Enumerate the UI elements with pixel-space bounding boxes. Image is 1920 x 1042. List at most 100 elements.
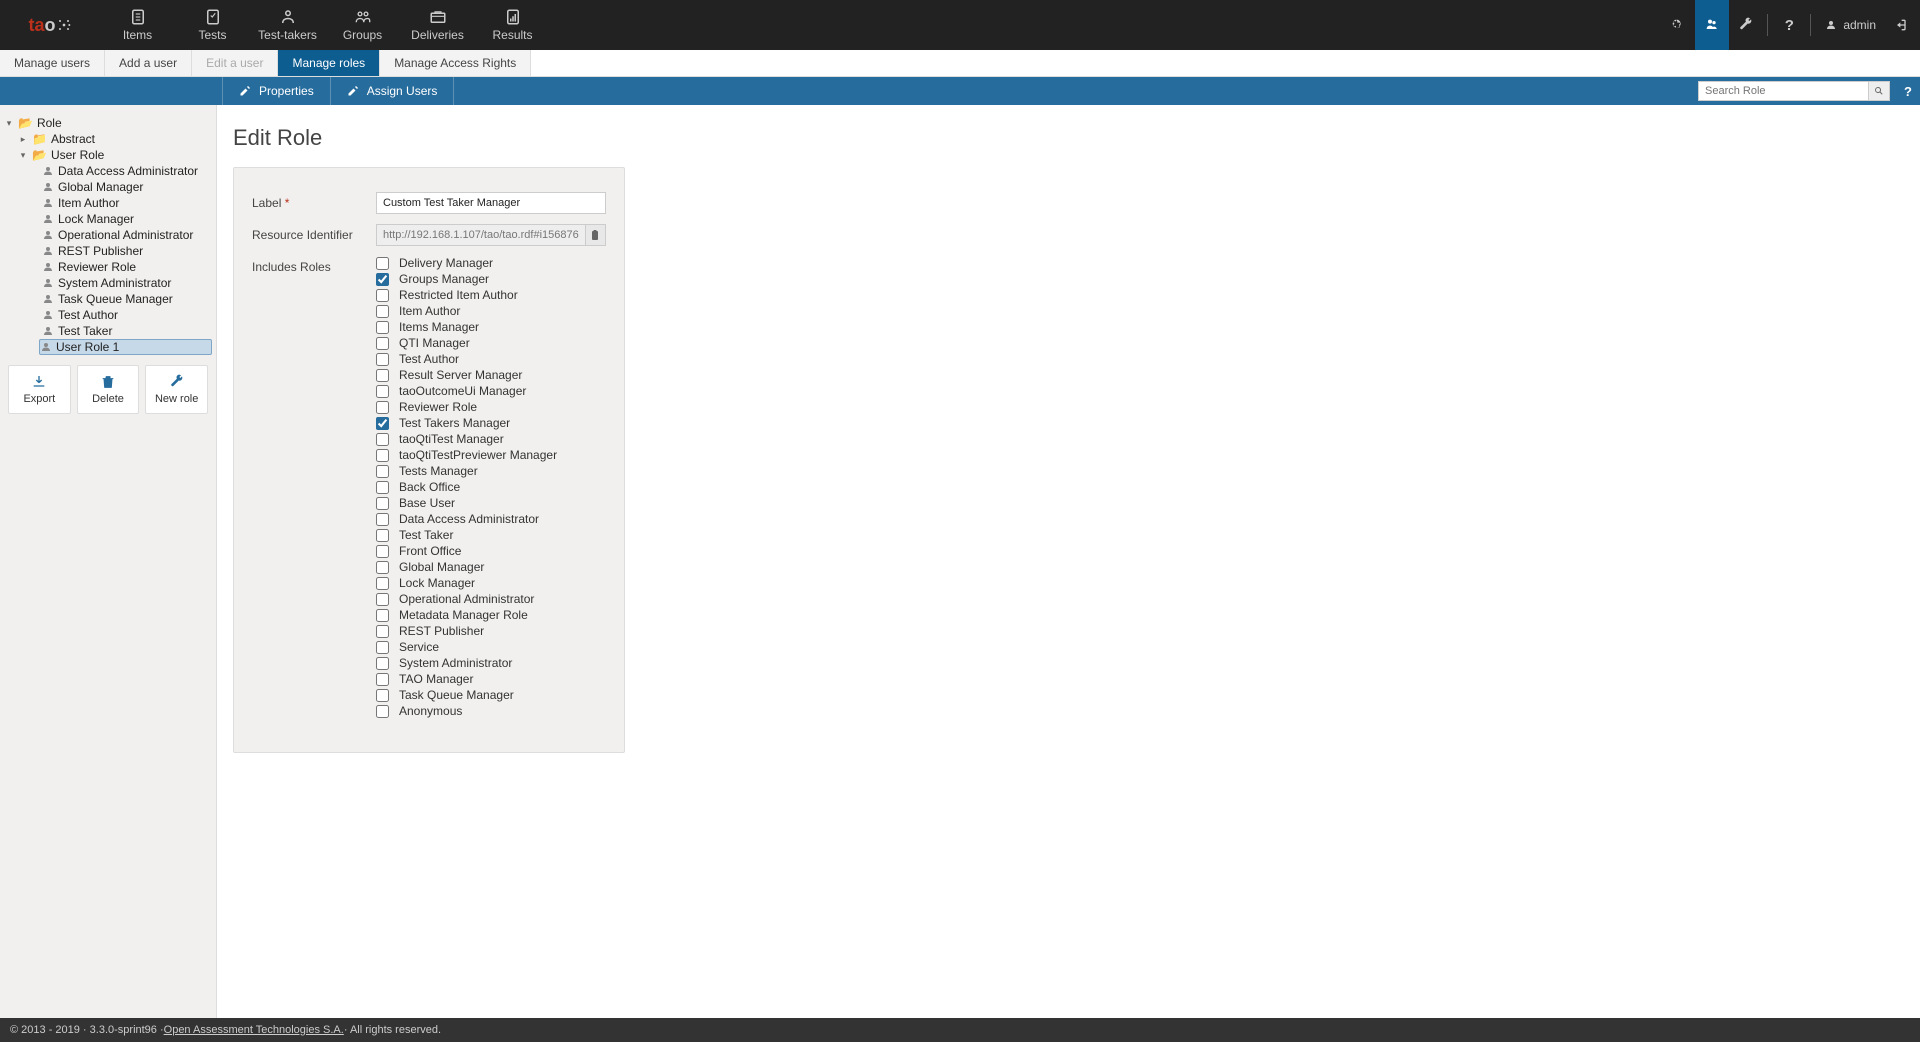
role-checkbox-row[interactable]: System Administrator <box>376 656 606 670</box>
role-checkbox[interactable] <box>376 305 389 318</box>
role-checkbox-row[interactable]: Item Author <box>376 304 606 318</box>
role-checkbox[interactable] <box>376 465 389 478</box>
tree-item[interactable]: Global Manager <box>4 179 212 195</box>
tree-item[interactable]: Data Access Administrator <box>4 163 212 179</box>
tree-abstract[interactable]: ▸ 📁 Abstract <box>4 131 212 147</box>
role-checkbox[interactable] <box>376 705 389 718</box>
nav-items[interactable]: Items <box>100 0 175 50</box>
role-checkbox[interactable] <box>376 593 389 606</box>
role-checkbox-row[interactable]: Metadata Manager Role <box>376 608 606 622</box>
tree-user-role[interactable]: ▾ 📂 User Role <box>4 147 212 163</box>
copy-uri-button[interactable] <box>586 224 606 246</box>
caret-down-icon[interactable]: ▾ <box>18 150 28 161</box>
logout-icon[interactable] <box>1886 0 1920 50</box>
role-checkbox-row[interactable]: TAO Manager <box>376 672 606 686</box>
search-input[interactable] <box>1698 81 1868 101</box>
role-checkbox[interactable] <box>376 657 389 670</box>
role-checkbox[interactable] <box>376 321 389 334</box>
footer-link[interactable]: Open Assessment Technologies S.A. <box>164 1024 344 1036</box>
role-checkbox-row[interactable]: Tests Manager <box>376 464 606 478</box>
role-checkbox[interactable] <box>376 673 389 686</box>
role-checkbox[interactable] <box>376 417 389 430</box>
subtab-manage-roles[interactable]: Manage roles <box>278 50 380 76</box>
role-checkbox-row[interactable]: Front Office <box>376 544 606 558</box>
tree-item[interactable]: Reviewer Role <box>4 259 212 275</box>
role-checkbox[interactable] <box>376 273 389 286</box>
role-checkbox[interactable] <box>376 385 389 398</box>
tree-item[interactable]: Item Author <box>4 195 212 211</box>
role-checkbox[interactable] <box>376 497 389 510</box>
subtab-add-a-user[interactable]: Add a user <box>105 50 192 76</box>
role-checkbox[interactable] <box>376 689 389 702</box>
help-icon[interactable]: ? <box>1772 0 1806 50</box>
role-checkbox[interactable] <box>376 625 389 638</box>
subtab-manage-access-rights[interactable]: Manage Access Rights <box>380 50 531 76</box>
nav-groups[interactable]: Groups <box>325 0 400 50</box>
properties-button[interactable]: Properties <box>222 77 331 105</box>
settings-gears-icon[interactable] <box>1661 0 1695 50</box>
role-checkbox-row[interactable]: Lock Manager <box>376 576 606 590</box>
tree-item[interactable]: Task Queue Manager <box>4 291 212 307</box>
role-checkbox[interactable] <box>376 561 389 574</box>
role-checkbox[interactable] <box>376 401 389 414</box>
role-checkbox-row[interactable]: taoQtiTest Manager <box>376 432 606 446</box>
tree-root[interactable]: ▾ 📂 Role <box>4 115 212 131</box>
role-checkbox-row[interactable]: taoOutcomeUi Manager <box>376 384 606 398</box>
role-checkbox-row[interactable]: Task Queue Manager <box>376 688 606 702</box>
role-checkbox-row[interactable]: Test Takers Manager <box>376 416 606 430</box>
role-checkbox[interactable] <box>376 433 389 446</box>
role-checkbox[interactable] <box>376 337 389 350</box>
action-export[interactable]: Export <box>8 365 71 414</box>
role-checkbox-row[interactable]: Operational Administrator <box>376 592 606 606</box>
search-button[interactable] <box>1868 81 1890 101</box>
role-checkbox[interactable] <box>376 609 389 622</box>
role-checkbox-row[interactable]: Restricted Item Author <box>376 288 606 302</box>
role-checkbox-row[interactable]: Test Author <box>376 352 606 366</box>
nav-test-takers[interactable]: Test-takers <box>250 0 325 50</box>
role-checkbox[interactable] <box>376 577 389 590</box>
nav-deliveries[interactable]: Deliveries <box>400 0 475 50</box>
role-checkbox-row[interactable]: Groups Manager <box>376 272 606 286</box>
logo[interactable]: tao <box>0 0 100 50</box>
caret-right-icon[interactable]: ▸ <box>18 134 28 145</box>
tree-item[interactable]: Operational Administrator <box>4 227 212 243</box>
role-checkbox-row[interactable]: Global Manager <box>376 560 606 574</box>
toolbar-help-icon[interactable]: ? <box>1896 77 1920 105</box>
role-checkbox[interactable] <box>376 529 389 542</box>
role-checkbox-row[interactable]: Base User <box>376 496 606 510</box>
nav-tests[interactable]: Tests <box>175 0 250 50</box>
role-checkbox-row[interactable]: taoQtiTestPreviewer Manager <box>376 448 606 462</box>
role-checkbox[interactable] <box>376 369 389 382</box>
tree-item[interactable]: User Role 1 <box>39 339 212 355</box>
role-checkbox-row[interactable]: Test Taker <box>376 528 606 542</box>
tree-item[interactable]: System Administrator <box>4 275 212 291</box>
tree-item[interactable]: REST Publisher <box>4 243 212 259</box>
action-delete[interactable]: Delete <box>77 365 140 414</box>
role-checkbox[interactable] <box>376 513 389 526</box>
nav-results[interactable]: Results <box>475 0 550 50</box>
role-checkbox-row[interactable]: QTI Manager <box>376 336 606 350</box>
role-checkbox[interactable] <box>376 289 389 302</box>
role-checkbox-row[interactable]: REST Publisher <box>376 624 606 638</box>
role-checkbox[interactable] <box>376 449 389 462</box>
subtab-manage-users[interactable]: Manage users <box>0 50 105 76</box>
action-new-role[interactable]: New role <box>145 365 208 414</box>
tree-item[interactable]: Test Author <box>4 307 212 323</box>
label-input[interactable] <box>376 192 606 214</box>
role-checkbox-row[interactable]: Anonymous <box>376 704 606 718</box>
role-checkbox[interactable] <box>376 353 389 366</box>
role-checkbox[interactable] <box>376 257 389 270</box>
role-checkbox[interactable] <box>376 481 389 494</box>
wrench-icon[interactable] <box>1729 0 1763 50</box>
role-checkbox[interactable] <box>376 545 389 558</box>
role-checkbox[interactable] <box>376 641 389 654</box>
role-checkbox-row[interactable]: Items Manager <box>376 320 606 334</box>
role-checkbox-row[interactable]: Reviewer Role <box>376 400 606 414</box>
users-icon[interactable] <box>1695 0 1729 50</box>
user-menu[interactable]: admin <box>1815 0 1886 50</box>
caret-down-icon[interactable]: ▾ <box>4 118 14 129</box>
role-checkbox-row[interactable]: Result Server Manager <box>376 368 606 382</box>
tree-item[interactable]: Lock Manager <box>4 211 212 227</box>
tree-item[interactable]: Test Taker <box>4 323 212 339</box>
role-checkbox-row[interactable]: Service <box>376 640 606 654</box>
